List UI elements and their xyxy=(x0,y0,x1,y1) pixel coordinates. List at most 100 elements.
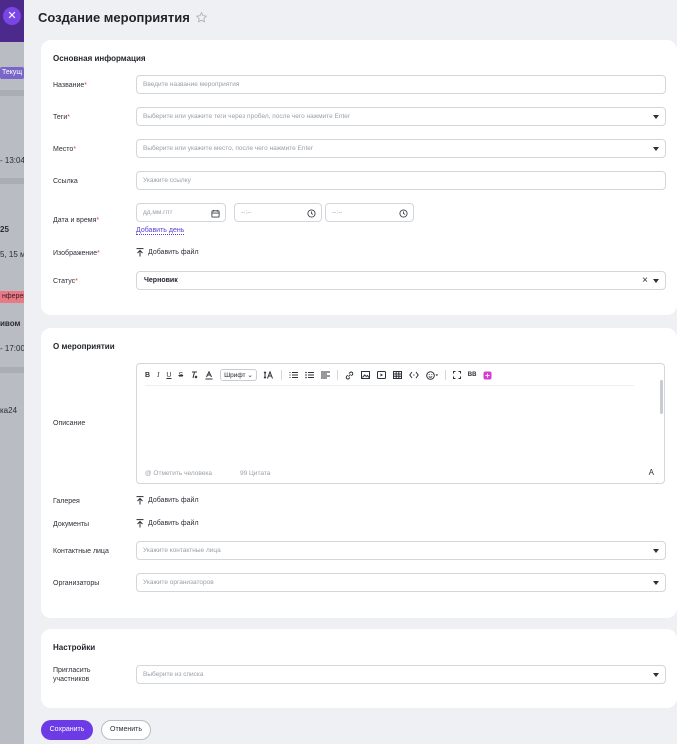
page-header: Создание мероприятия xyxy=(38,8,208,26)
image-icon[interactable] xyxy=(360,371,370,379)
background-time: - 17:00 xyxy=(0,344,24,353)
gallery-upload-button[interactable]: Добавить файл xyxy=(136,496,199,505)
quote-button[interactable]: 99 Цитата xyxy=(240,470,284,477)
datetime-label: Дата и время* xyxy=(53,217,100,224)
status-select[interactable]: Черновик × xyxy=(136,271,666,290)
strikethrough-button[interactable]: S xyxy=(178,372,183,379)
background-divider xyxy=(0,367,24,373)
gallery-upload-label: Добавить файл xyxy=(148,497,199,504)
code-icon[interactable] xyxy=(408,371,419,379)
chevron-down-icon[interactable] xyxy=(653,279,659,283)
emoji-icon[interactable] xyxy=(425,370,438,380)
basic-info-card: Основная информация Название* Введите на… xyxy=(41,40,677,315)
editor-toolbar: B I U S Шрифт ⌄ BB xyxy=(145,368,499,382)
table-icon[interactable] xyxy=(392,371,402,379)
link-icon[interactable] xyxy=(345,371,354,380)
about-card: О мероприятии Описание B I U S Шрифт ⌄ B… xyxy=(41,328,677,618)
editor-toolbar-divider xyxy=(145,385,634,386)
chevron-down-icon[interactable] xyxy=(653,581,659,585)
editor-scrollbar[interactable] xyxy=(660,380,663,414)
link-label: Ссылка xyxy=(53,178,78,185)
upload-icon xyxy=(136,496,144,505)
clock-icon[interactable] xyxy=(399,209,408,218)
background-number: 25 xyxy=(0,225,9,234)
clear-icon[interactable]: × xyxy=(642,275,648,286)
font-size-icon[interactable] xyxy=(263,371,274,379)
image-upload-button[interactable]: Добавить файл xyxy=(136,248,199,257)
tags-label: Теги* xyxy=(53,114,70,121)
editor-footer: @ Отметить человека 99 Цитата xyxy=(145,470,298,477)
description-label: Описание xyxy=(53,420,86,427)
background-divider xyxy=(0,178,24,184)
background-page: ✕ Текущ - 13:04 25 5, 15 м нференц ивом … xyxy=(0,0,24,744)
settings-title: Настройки xyxy=(53,643,96,652)
settings-card: Настройки Пригласить участников Выберите… xyxy=(41,629,677,708)
background-time: - 13:04 xyxy=(0,156,24,165)
italic-button[interactable]: I xyxy=(157,371,159,379)
toolbar-divider xyxy=(336,370,338,380)
chevron-down-icon[interactable] xyxy=(653,673,659,677)
fullscreen-icon[interactable] xyxy=(452,371,461,379)
upload-icon xyxy=(136,519,144,528)
chevron-down-icon[interactable] xyxy=(653,549,659,553)
background-word: ивом xyxy=(0,319,21,328)
toolbar-divider xyxy=(280,370,282,380)
time-from-input[interactable]: --:-- xyxy=(234,203,322,222)
name-label: Название* xyxy=(53,82,88,89)
add-day-link[interactable]: Добавить день xyxy=(136,227,185,235)
text-format-icon[interactable]: A xyxy=(649,468,654,477)
background-tag-conference: нференц xyxy=(0,291,24,303)
save-button[interactable]: Сохранить xyxy=(41,720,93,740)
calendar-icon[interactable] xyxy=(211,209,220,218)
basic-info-title: Основная информация xyxy=(53,54,146,63)
contacts-label: Контактные лица xyxy=(53,548,109,555)
background-bitrix: ка24 xyxy=(0,406,18,415)
invite-label: Пригласить участников xyxy=(53,667,91,683)
about-title: О мероприятии xyxy=(53,342,115,351)
status-label: Статус* xyxy=(53,278,78,285)
image-label: Изображение* xyxy=(53,250,100,257)
gallery-label: Галерея xyxy=(53,498,80,505)
tags-select[interactable]: Выберите или укажите теги через пробел, … xyxy=(136,107,666,126)
documents-upload-label: Добавить файл xyxy=(148,520,199,527)
place-select[interactable]: Выберите или укажите место, после чего н… xyxy=(136,139,666,158)
bold-button[interactable]: B xyxy=(145,372,150,379)
image-upload-label: Добавить файл xyxy=(148,249,199,256)
bullet-list-icon[interactable] xyxy=(304,371,314,379)
link-input[interactable]: Укажите ссылку xyxy=(136,171,666,190)
clear-format-icon[interactable] xyxy=(190,371,198,379)
documents-upload-button[interactable]: Добавить файл xyxy=(136,519,199,528)
underline-button[interactable]: U xyxy=(166,372,171,379)
align-icon[interactable] xyxy=(320,371,330,379)
cancel-button[interactable]: Отменить xyxy=(101,720,151,740)
invite-select[interactable]: Выберите из списка xyxy=(136,665,666,684)
place-label: Место* xyxy=(53,146,77,153)
numbered-list-icon[interactable] xyxy=(289,371,298,379)
documents-label: Документы xyxy=(53,521,90,528)
chevron-down-icon[interactable] xyxy=(653,115,659,119)
background-tag-current: Текущ xyxy=(0,67,24,79)
bbcode-icon[interactable]: BB xyxy=(468,372,477,378)
video-icon[interactable] xyxy=(376,371,386,379)
chevron-down-icon[interactable] xyxy=(653,147,659,151)
upload-icon xyxy=(136,248,144,257)
background-divider xyxy=(0,90,24,96)
status-value: Черновик xyxy=(144,277,178,284)
contacts-select[interactable]: Укажите контактные лица xyxy=(136,541,666,560)
toolbar-divider xyxy=(444,370,446,380)
page-title: Создание мероприятия xyxy=(38,9,190,25)
star-icon[interactable] xyxy=(195,11,208,24)
clock-icon[interactable] xyxy=(307,209,316,218)
organizers-select[interactable]: Укажите организаторов xyxy=(136,573,666,592)
description-editor[interactable]: B I U S Шрифт ⌄ BB @ Отметить человека 9… xyxy=(136,363,665,484)
copilot-icon[interactable] xyxy=(483,371,492,380)
font-select[interactable]: Шрифт ⌄ xyxy=(220,369,257,381)
time-to-input[interactable]: --:-- xyxy=(325,203,414,222)
name-input[interactable]: Введите название мероприятия xyxy=(136,75,666,94)
date-input[interactable]: дд.мм.гггг xyxy=(136,203,226,222)
close-slider-button[interactable]: ✕ xyxy=(3,7,21,25)
mention-button[interactable]: @ Отметить человека xyxy=(145,470,226,477)
text-color-icon[interactable] xyxy=(205,370,213,380)
organizers-label: Организаторы xyxy=(53,580,100,587)
background-duration: 5, 15 м xyxy=(0,250,24,259)
